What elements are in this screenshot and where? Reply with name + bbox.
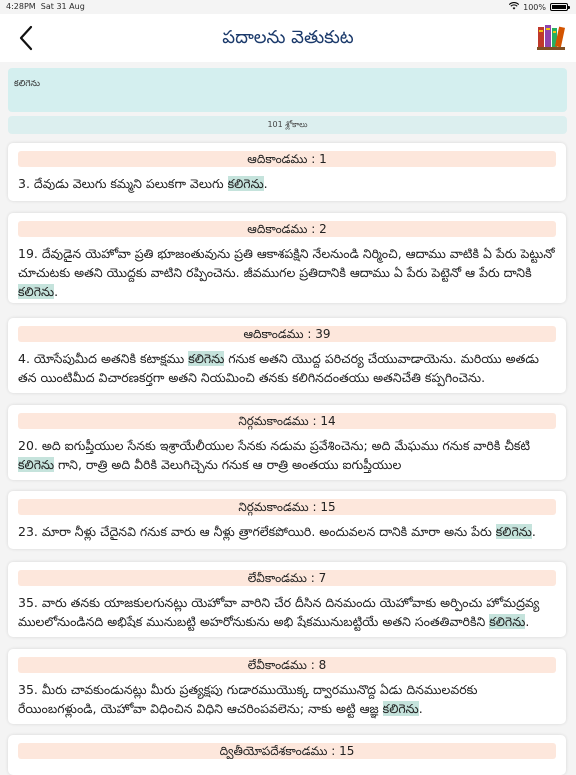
verse-reference: ఆదికాండము : 2 — [18, 221, 556, 237]
verse-reference: లేవీకాండము : 8 — [18, 657, 556, 673]
status-bar: 4:28PM Sat 31 Aug 100% — [0, 0, 576, 14]
result-card[interactable]: ఆదికాండము : 39 4. యోసేపుమీద అతనికి కటాక్ష… — [8, 318, 566, 393]
battery-percent: 100% — [523, 2, 546, 12]
books-icon — [537, 25, 566, 50]
verse-reference: నిర్గమకాండము : 14 — [18, 413, 556, 429]
status-date: Sat 31 Aug — [40, 2, 85, 11]
search-input[interactable] — [14, 80, 554, 90]
verse-reference: లేవీకాండము : 7 — [18, 570, 556, 586]
books-button[interactable] — [536, 22, 566, 52]
verse-text: 20. అది ఐగుప్తీయుల సేనకు ఇశ్రాయేలీయుల సే… — [18, 438, 531, 472]
result-card[interactable]: లేవీకాండము : 7 35. వారు తనకు యాజకులగునట్ల… — [8, 562, 566, 637]
wifi-icon — [509, 2, 520, 12]
result-card[interactable]: లేవీకాండము : 8 35. మీరు చావకుండునట్లు మీర… — [8, 649, 566, 724]
keyword-highlight: కలిగెను — [227, 176, 264, 191]
result-card[interactable]: నిర్గమకాండము : 15 23. మారా నీళ్లు చేదైనవి… — [8, 491, 566, 549]
page-title: పదాలను వెతుకుట — [222, 27, 354, 48]
verse-reference: ఆదికాండము : 1 — [18, 151, 556, 167]
verse-text: 3. దేవుడు వెలుగు కమ్మని పలుకగా వెలుగు కల… — [18, 176, 268, 191]
status-time: 4:28PM — [6, 2, 36, 11]
keyword-highlight: కలిగెను — [382, 701, 419, 716]
verse-text: 35. మీరు చావకుండునట్లు మీరు ప్రత్యక్షపు … — [18, 682, 478, 716]
result-card[interactable]: ఆదికాండము : 1 3. దేవుడు వెలుగు కమ్మని పలు… — [8, 143, 566, 201]
result-card[interactable]: నిర్గమకాండము : 14 20. అది ఐగుప్తీయుల సేనక… — [8, 405, 566, 480]
keyword-highlight: కలిగెను — [18, 457, 55, 472]
status-indicators: 100% — [509, 2, 570, 12]
status-time-date: 4:28PM Sat 31 Aug — [6, 2, 85, 11]
header: పదాలను వెతుకుట — [0, 14, 576, 62]
verse-text: 4. యోసేపుమీద అతనికి కటాక్షము కలిగెను గను… — [18, 351, 539, 385]
battery-icon — [550, 3, 570, 11]
verse-text: 19. దేవుడైన యెహోవా ప్రతి భూజంతువును ప్రత… — [18, 246, 555, 299]
verse-text: 35. వారు తనకు యాజకులగునట్లు యెహోవా వారిన… — [18, 595, 540, 629]
result-card[interactable]: ద్వితీయోపదేశకాండము : 15 — [8, 735, 566, 775]
verse-reference: నిర్గమకాండము : 15 — [18, 499, 556, 515]
search-field[interactable] — [8, 68, 567, 112]
verse-reference: ద్వితీయోపదేశకాండము : 15 — [18, 743, 556, 759]
result-card[interactable]: ఆదికాండము : 2 19. దేవుడైన యెహోవా ప్రతి భూ… — [8, 213, 566, 303]
verse-text: 23. మారా నీళ్లు చేదైనవి గనుక వారు ఆ నీళ్… — [18, 524, 536, 539]
keyword-highlight: కలిగెను — [18, 284, 55, 299]
keyword-highlight: కలిగెను — [489, 614, 526, 629]
results-count: 101 శ్లోకాలు — [8, 116, 567, 134]
verse-reference: ఆదికాండము : 39 — [18, 326, 556, 342]
keyword-highlight: కలిగెను — [495, 524, 532, 539]
keyword-highlight: కలిగెను — [188, 351, 225, 366]
